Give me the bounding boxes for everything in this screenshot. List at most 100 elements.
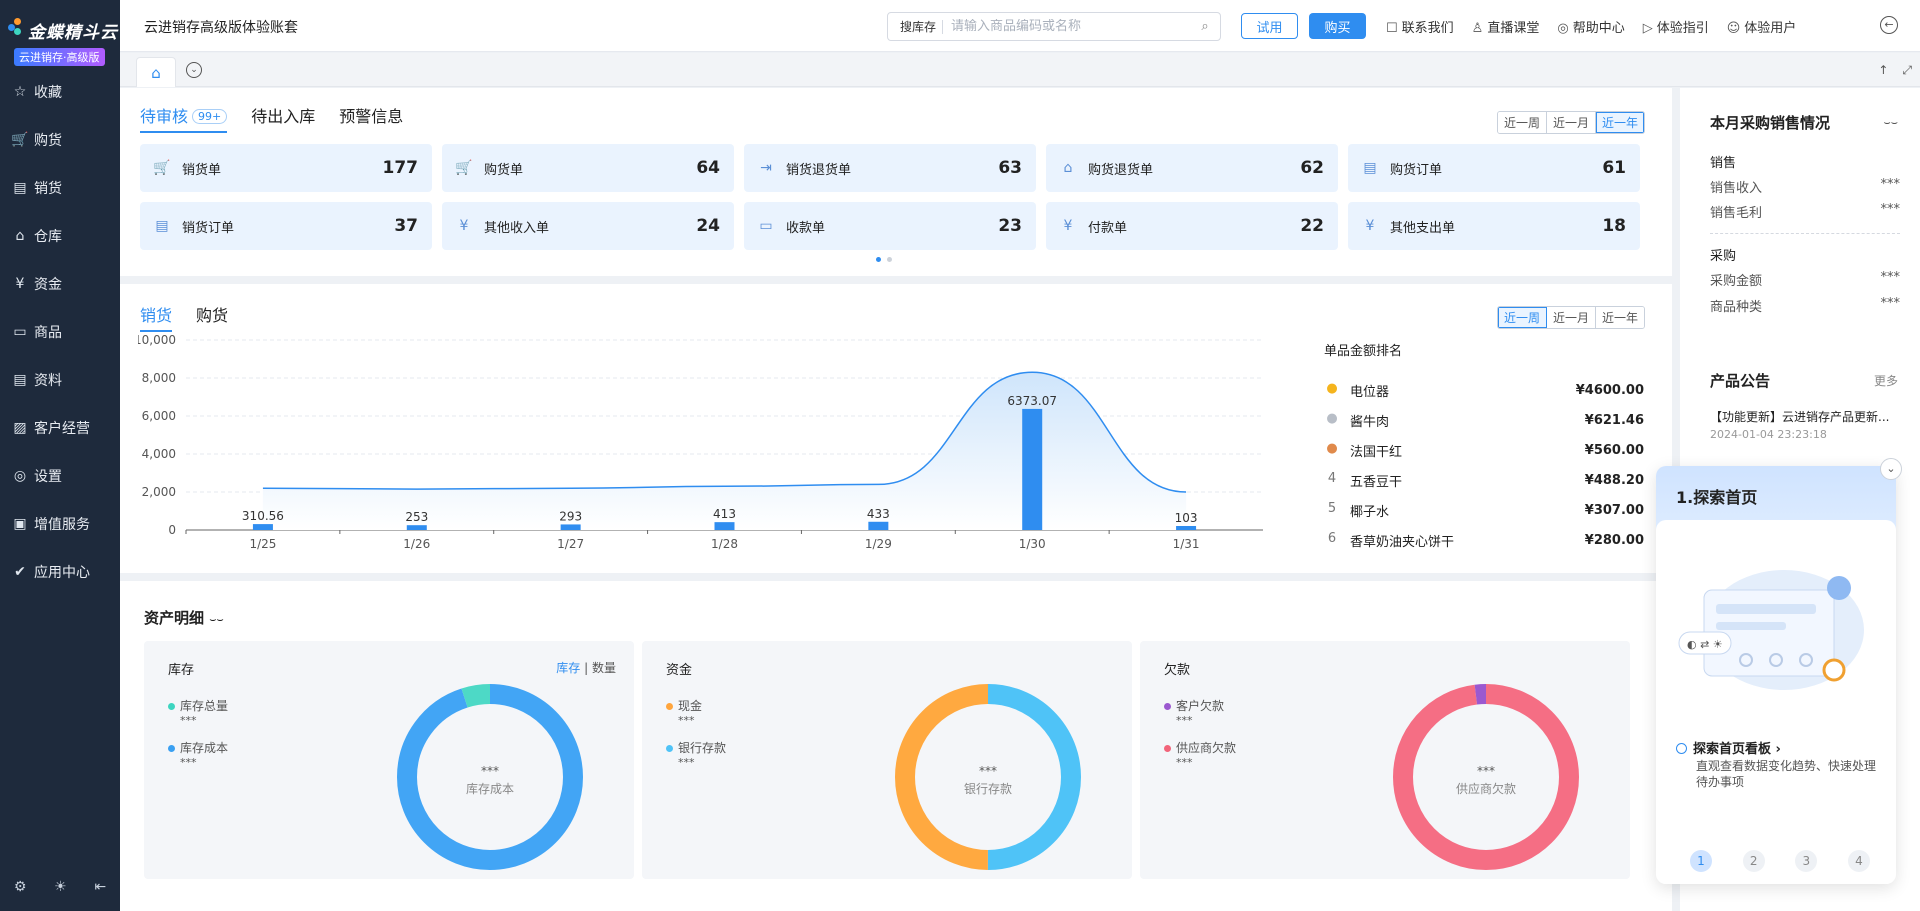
bar[interactable] (560, 524, 581, 530)
fullscreen-icon[interactable]: ⤢ (1902, 63, 1912, 78)
collapse-icon[interactable]: ⌄ (1880, 458, 1902, 480)
bar[interactable] (252, 524, 273, 530)
tab-pending[interactable]: 待审核 99+ (140, 103, 228, 133)
ranking-row[interactable]: ● 法国干红 ¥560.00 (1324, 435, 1644, 465)
sidebar-item[interactable]: ▤ 销货 (0, 164, 120, 212)
search-icon[interactable]: ⌕ (1190, 19, 1220, 34)
sidebar-item-label: 收藏 (34, 85, 62, 101)
toggle-option[interactable]: 数量 (592, 661, 616, 675)
top-link[interactable]: ☺ 体验用户 (1727, 17, 1797, 36)
x-tick-label: 1/31 (1173, 537, 1200, 551)
range-option[interactable]: 近一周 (1498, 112, 1548, 133)
pending-card[interactable]: 🛒 销货单 177 (140, 144, 432, 192)
pending-card[interactable]: ⇥ 销货退货单 63 (744, 144, 1036, 192)
asset-legend: 客户欠款 *** 供应商欠款 *** (1164, 697, 1236, 781)
hide-eye-icon[interactable]: ⌣⌣ (209, 613, 223, 626)
logout-icon[interactable]: ← (1880, 16, 1898, 34)
pending-card[interactable]: ▭ 收款单 23 (744, 202, 1036, 250)
pending-card[interactable]: ¥ 其他收入单 24 (442, 202, 734, 250)
tab-pending[interactable]: 预警信息 (339, 103, 403, 133)
sidebar-bottom-tools: ⚙ ☀ ⇤ (0, 879, 120, 895)
hide-eye-icon[interactable]: ⌣⌣ (1884, 116, 1898, 130)
pending-card[interactable]: ▤ 购货订单 61 (1348, 144, 1640, 192)
ranking-row[interactable]: ● 电位器 ¥4600.00 (1324, 375, 1644, 405)
theme-icon[interactable]: ☀ (54, 879, 67, 895)
basket-icon: ⌂ (1063, 160, 1073, 176)
range-option[interactable]: 近一月 (1547, 112, 1597, 133)
legend-label: 库存成本 (180, 741, 229, 755)
sidebar-item[interactable]: ¥ 资金 (0, 260, 120, 308)
card-label: 销货订单 (182, 220, 235, 236)
range-option[interactable]: 近一周 (1498, 307, 1548, 328)
home-tab[interactable]: ⌂ (136, 57, 176, 87)
sidebar-item[interactable]: ▨ 客户经营 (0, 404, 120, 452)
pending-card[interactable]: 🛒 购货单 64 (442, 144, 734, 192)
sidebar-item[interactable]: ▤ 资料 (0, 356, 120, 404)
pending-card[interactable]: ▤ 销货订单 37 (140, 202, 432, 250)
ranking-row[interactable]: ● 酱牛肉 ¥621.46 (1324, 405, 1644, 435)
sidebar-item[interactable]: ✔ 应用中心 (0, 548, 120, 596)
try-button[interactable]: 试用 (1241, 13, 1298, 39)
tab-pending[interactable]: 待出入库 (251, 103, 315, 133)
card-count: 23 (998, 216, 1022, 236)
bar[interactable] (1022, 408, 1043, 530)
top-link[interactable]: ◎ 帮助中心 (1557, 17, 1624, 36)
guide-step[interactable]: 3 (1795, 850, 1818, 872)
rank-number: 4 (1327, 471, 1337, 486)
collapse-sidebar-icon[interactable]: ⇤ (94, 879, 106, 895)
top-link[interactable]: ▷ 体验指引 (1643, 17, 1709, 36)
bar[interactable] (868, 521, 889, 530)
sidebar-item[interactable]: ◎ 设置 (0, 452, 120, 500)
guide-step[interactable]: 2 (1742, 850, 1765, 872)
legend-label: 银行存款 (678, 741, 727, 755)
donut-chart: *** 供应商欠款 (1393, 684, 1579, 870)
sidebar-item-label: 购货 (34, 133, 62, 149)
asset-card: 资金 现金 *** 银行存款 *** *** 银行存款 (642, 641, 1132, 879)
guide-item[interactable]: 探索首页看板 › (1676, 738, 1781, 757)
product-name: 五香豆干 (1350, 474, 1403, 490)
legend-dot (168, 745, 175, 752)
range-option[interactable]: 近一月 (1547, 307, 1597, 328)
asset-legend: 现金 *** 银行存款 *** (666, 697, 726, 781)
search-input[interactable] (943, 19, 1190, 34)
range-option[interactable]: 近一年 (1596, 307, 1645, 328)
ranking-row[interactable]: 4 五香豆干 ¥488.20 (1324, 465, 1644, 495)
monthly-row: 销售毛利 *** (1710, 202, 1900, 221)
tab-sales[interactable]: 购货 (196, 302, 228, 332)
settings-icon[interactable]: ⚙ (14, 879, 27, 895)
notice-item-title[interactable]: 【功能更新】云进销存产品更新... (1710, 408, 1900, 425)
top-link[interactable]: ♙ 直播课堂 (1472, 17, 1540, 36)
ranking-row[interactable]: 5 椰子水 ¥307.00 (1324, 495, 1644, 525)
ranking-row[interactable]: 6 香草奶油夹心饼干 ¥280.00 (1324, 525, 1644, 555)
bar[interactable] (406, 525, 427, 530)
pending-card[interactable]: ⌂ 购货退货单 62 (1046, 144, 1338, 192)
guide-step[interactable]: 1 (1690, 850, 1712, 872)
guide-step[interactable]: 4 (1847, 850, 1870, 872)
sidebar-item-label: 设置 (34, 469, 62, 485)
sidebar-item[interactable]: ☆ 收藏 (0, 68, 120, 116)
range-option[interactable]: 近一年 (1596, 112, 1645, 133)
notice-more-link[interactable]: 更多 (1874, 372, 1898, 389)
bar[interactable] (714, 522, 735, 530)
tab-sales[interactable]: 销货 (140, 302, 173, 332)
asset-toggle: 库存 | 数量 (556, 659, 616, 676)
carousel-dot[interactable] (887, 257, 892, 262)
sidebar-item[interactable]: 🛒 购货 (0, 116, 120, 164)
sidebar-item[interactable]: ▭ 商品 (0, 308, 120, 356)
search-scope[interactable]: 搜库存 (888, 19, 944, 34)
legend-value: *** (678, 714, 695, 727)
sidebar-item[interactable]: ▣ 增值服务 (0, 500, 120, 548)
legend-value: *** (1176, 756, 1193, 769)
carousel-dot[interactable] (876, 257, 881, 262)
product-amount: ¥280.00 (1584, 532, 1644, 548)
sidebar-item[interactable]: ⌂ 仓库 (0, 212, 120, 260)
y-tick-label: 6,000 (142, 409, 176, 423)
toggle-option[interactable]: 库存 (556, 661, 580, 675)
pending-card[interactable]: ¥ 其他支出单 18 (1348, 202, 1640, 250)
buy-button[interactable]: 购买 (1309, 13, 1366, 39)
pending-card[interactable]: ¥ 付款单 22 (1046, 202, 1338, 250)
scroll-top-icon[interactable]: ↑ (1878, 63, 1888, 78)
bar[interactable] (1176, 526, 1197, 530)
tab-menu-icon[interactable]: ⌄ (186, 62, 202, 78)
top-link[interactable]: ☐ 联系我们 (1386, 17, 1454, 36)
